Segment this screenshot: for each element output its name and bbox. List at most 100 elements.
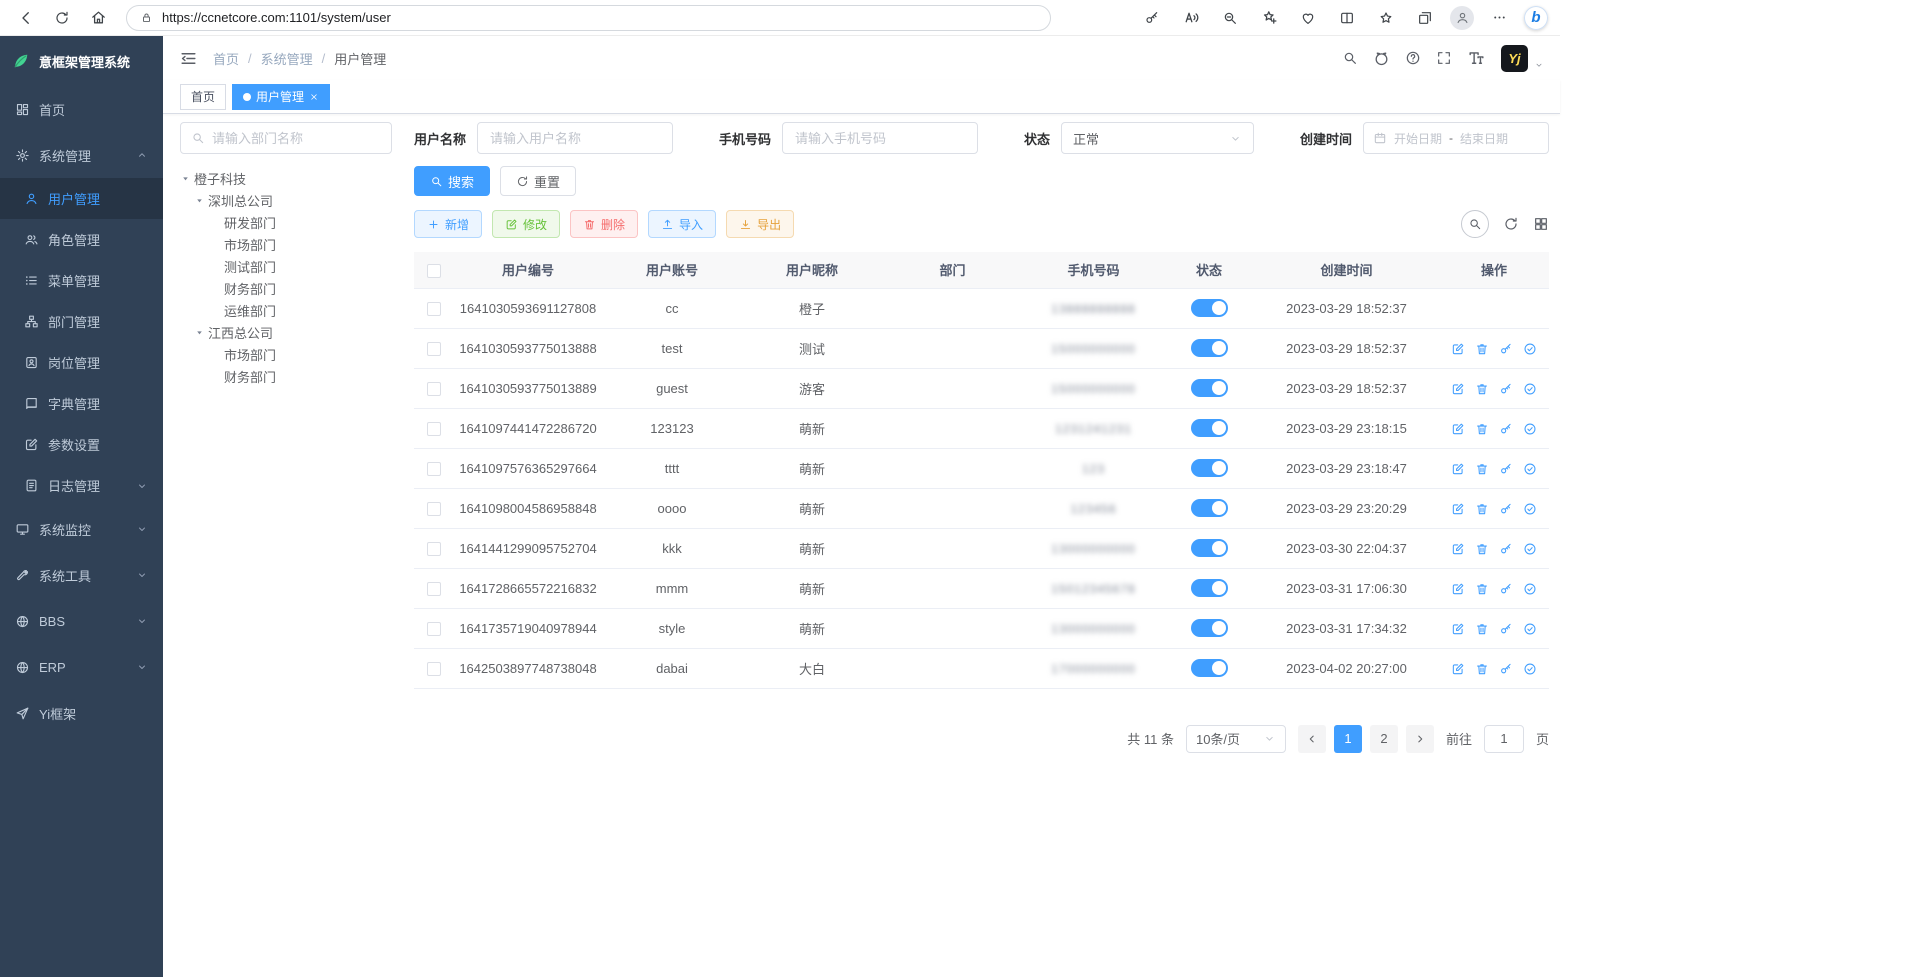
row-checkbox[interactable] bbox=[427, 662, 441, 676]
breadcrumb-item[interactable]: 系统管理 bbox=[261, 49, 313, 68]
edit-row-button[interactable] bbox=[1451, 622, 1465, 636]
row-checkbox[interactable] bbox=[427, 382, 441, 396]
favorites-button[interactable] bbox=[1372, 4, 1400, 32]
sidebar-item-log[interactable]: 日志管理 bbox=[0, 465, 163, 506]
page-size-select[interactable]: 10条/页 bbox=[1186, 725, 1286, 753]
read-aloud-button[interactable] bbox=[1177, 4, 1205, 32]
row-checkbox[interactable] bbox=[427, 582, 441, 596]
tree-node[interactable]: 市场部门 bbox=[180, 233, 392, 255]
assign-role-button[interactable] bbox=[1523, 422, 1537, 436]
breadcrumb-item[interactable]: 首页 bbox=[213, 49, 239, 68]
delete-button[interactable]: 删除 bbox=[570, 210, 638, 238]
delete-row-button[interactable] bbox=[1475, 542, 1489, 556]
sidebar-item-yi[interactable]: Yi框架 bbox=[0, 690, 163, 736]
sidebar-item-bbs[interactable]: BBS bbox=[0, 598, 163, 644]
assign-role-button[interactable] bbox=[1523, 582, 1537, 596]
tree-node[interactable]: 研发部门 bbox=[180, 211, 392, 233]
tree-node[interactable]: 深圳总公司 bbox=[180, 189, 392, 211]
export-button[interactable]: 导出 bbox=[726, 210, 794, 238]
delete-row-button[interactable] bbox=[1475, 662, 1489, 676]
show-search-button[interactable] bbox=[1461, 210, 1489, 238]
app-logo[interactable]: 意框架管理系统 bbox=[0, 36, 163, 86]
status-toggle[interactable] bbox=[1191, 619, 1228, 637]
reset-password-button[interactable] bbox=[1499, 382, 1513, 396]
github-button[interactable] bbox=[1373, 50, 1390, 67]
sidebar-item-system[interactable]: 系统管理 bbox=[0, 132, 163, 178]
edit-row-button[interactable] bbox=[1451, 342, 1465, 356]
dept-search-input[interactable] bbox=[212, 131, 381, 146]
assign-role-button[interactable] bbox=[1523, 462, 1537, 476]
row-checkbox[interactable] bbox=[427, 542, 441, 556]
add-favorite-button[interactable] bbox=[1255, 4, 1283, 32]
header-search-button[interactable] bbox=[1342, 50, 1358, 66]
status-toggle[interactable] bbox=[1191, 379, 1228, 397]
edit-row-button[interactable] bbox=[1451, 502, 1465, 516]
sidebar-item-menu[interactable]: 菜单管理 bbox=[0, 260, 163, 301]
status-toggle[interactable] bbox=[1191, 499, 1228, 517]
address-bar[interactable]: https://ccnetcore.com:1101/system/user bbox=[126, 5, 1051, 31]
status-toggle[interactable] bbox=[1191, 419, 1228, 437]
row-checkbox[interactable] bbox=[427, 422, 441, 436]
edit-row-button[interactable] bbox=[1451, 582, 1465, 596]
browser-more-button[interactable] bbox=[1485, 4, 1513, 32]
delete-row-button[interactable] bbox=[1475, 582, 1489, 596]
prev-page-button[interactable] bbox=[1298, 725, 1326, 753]
sidebar-item-home[interactable]: 首页 bbox=[0, 86, 163, 132]
site-info-icon[interactable] bbox=[140, 11, 153, 24]
status-select[interactable]: 正常 bbox=[1061, 122, 1254, 154]
delete-row-button[interactable] bbox=[1475, 502, 1489, 516]
row-checkbox[interactable] bbox=[427, 502, 441, 516]
reset-password-button[interactable] bbox=[1499, 582, 1513, 596]
tree-node[interactable]: 测试部门 bbox=[180, 255, 392, 277]
sidebar-item-role[interactable]: 角色管理 bbox=[0, 219, 163, 260]
refresh-table-button[interactable] bbox=[1503, 216, 1519, 232]
delete-row-button[interactable] bbox=[1475, 462, 1489, 476]
row-checkbox[interactable] bbox=[427, 622, 441, 636]
status-toggle[interactable] bbox=[1191, 539, 1228, 557]
page-button-2[interactable]: 2 bbox=[1370, 725, 1398, 753]
back-button[interactable] bbox=[12, 4, 40, 32]
reset-password-button[interactable] bbox=[1499, 502, 1513, 516]
page-button-1[interactable]: 1 bbox=[1334, 725, 1362, 753]
tag-用户管理[interactable]: 用户管理 bbox=[232, 84, 330, 110]
split-screen-button[interactable] bbox=[1333, 4, 1361, 32]
assign-role-button[interactable] bbox=[1523, 542, 1537, 556]
sidebar-item-erp[interactable]: ERP bbox=[0, 644, 163, 690]
tree-node[interactable]: 财务部门 bbox=[180, 365, 392, 387]
edit-row-button[interactable] bbox=[1451, 422, 1465, 436]
edit-row-button[interactable] bbox=[1451, 382, 1465, 396]
edit-button[interactable]: 修改 bbox=[492, 210, 560, 238]
add-button[interactable]: 新增 bbox=[414, 210, 482, 238]
reset-password-button[interactable] bbox=[1499, 542, 1513, 556]
date-range-picker[interactable]: 开始日期 - 结束日期 bbox=[1363, 122, 1549, 154]
phone-input[interactable] bbox=[782, 122, 978, 154]
reload-button[interactable] bbox=[48, 4, 76, 32]
delete-row-button[interactable] bbox=[1475, 342, 1489, 356]
goto-page-input[interactable] bbox=[1484, 725, 1524, 753]
sidebar-item-post[interactable]: 岗位管理 bbox=[0, 342, 163, 383]
browser-home-button[interactable] bbox=[84, 4, 112, 32]
import-button[interactable]: 导入 bbox=[648, 210, 716, 238]
delete-row-button[interactable] bbox=[1475, 622, 1489, 636]
row-checkbox[interactable] bbox=[427, 462, 441, 476]
sidebar-item-tool[interactable]: 系统工具 bbox=[0, 552, 163, 598]
copilot-button[interactable]: b bbox=[1524, 6, 1548, 30]
fullscreen-button[interactable] bbox=[1436, 50, 1452, 66]
status-toggle[interactable] bbox=[1191, 579, 1228, 597]
browser-profile-button[interactable] bbox=[1450, 6, 1474, 30]
assign-role-button[interactable] bbox=[1523, 382, 1537, 396]
sidebar-fold-button[interactable] bbox=[179, 49, 198, 68]
assign-role-button[interactable] bbox=[1523, 622, 1537, 636]
status-toggle[interactable] bbox=[1191, 659, 1228, 677]
delete-row-button[interactable] bbox=[1475, 422, 1489, 436]
row-checkbox[interactable] bbox=[427, 302, 441, 316]
close-icon[interactable] bbox=[309, 92, 319, 102]
status-toggle[interactable] bbox=[1191, 339, 1228, 357]
password-key-button[interactable] bbox=[1138, 4, 1166, 32]
sidebar-item-dept[interactable]: 部门管理 bbox=[0, 301, 163, 342]
zoom-out-button[interactable] bbox=[1216, 4, 1244, 32]
sidebar-item-dict[interactable]: 字典管理 bbox=[0, 383, 163, 424]
reset-password-button[interactable] bbox=[1499, 342, 1513, 356]
column-settings-button[interactable] bbox=[1533, 216, 1549, 232]
assign-role-button[interactable] bbox=[1523, 342, 1537, 356]
